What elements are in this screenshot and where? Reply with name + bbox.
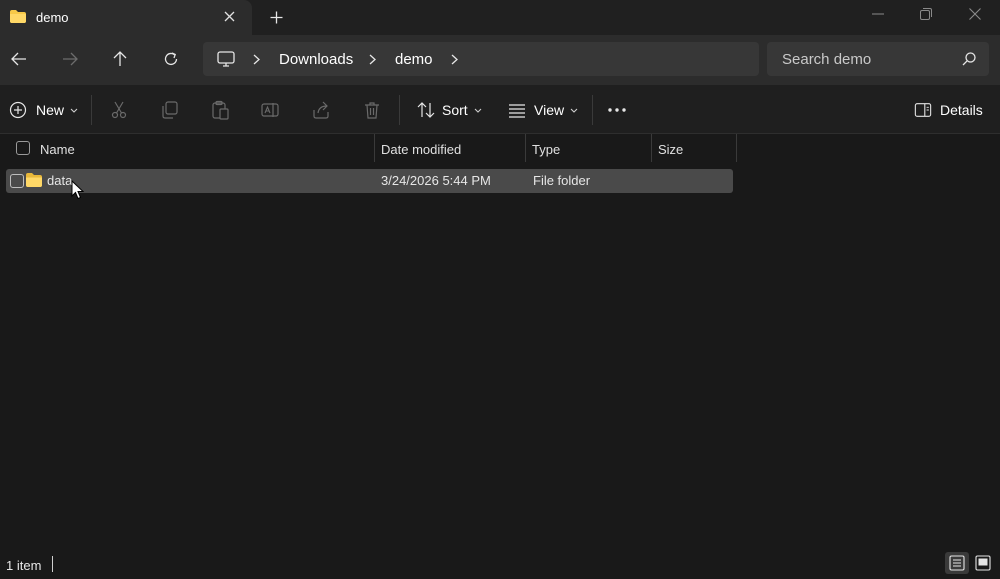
list-view-icon <box>509 104 525 118</box>
new-label: New <box>36 102 65 118</box>
chevron-right-icon[interactable] <box>253 42 260 76</box>
status-divider <box>52 556 53 572</box>
select-all-checkbox[interactable] <box>16 141 30 155</box>
copy-icon <box>162 101 178 119</box>
details-view-toggle[interactable] <box>945 552 969 574</box>
minimize-button[interactable] <box>854 0 902 28</box>
restore-button[interactable] <box>902 0 950 28</box>
details-view-icon <box>949 555 965 571</box>
address-bar[interactable]: Downloads demo <box>203 42 759 76</box>
folder-icon <box>26 173 42 187</box>
breadcrumb-downloads[interactable]: Downloads <box>279 42 353 76</box>
large-icons-view-toggle[interactable] <box>971 552 995 574</box>
view-button[interactable]: View <box>507 96 578 124</box>
new-button[interactable]: New <box>9 96 78 124</box>
status-bar: 1 item <box>0 550 1000 579</box>
view-label: View <box>534 102 565 118</box>
list-item-data[interactable]: data 3/24/2026 5:44 PM File folder <box>6 169 733 193</box>
new-tab-button[interactable] <box>264 6 288 28</box>
row-type: File folder <box>533 173 591 188</box>
close-window-button[interactable] <box>951 0 999 28</box>
more-options-button[interactable] <box>608 96 626 124</box>
clipboard-icon <box>212 100 229 120</box>
minimize-icon <box>872 13 884 15</box>
column-size[interactable]: Size <box>658 134 683 164</box>
rename-icon <box>261 103 279 117</box>
details-pane-button[interactable]: Details <box>914 96 983 124</box>
this-pc-crumb[interactable] <box>217 42 235 76</box>
arrow-up-icon <box>113 51 127 66</box>
search-placeholder: Search demo <box>782 51 872 68</box>
column-date-modified[interactable]: Date modified <box>381 134 461 164</box>
row-checkbox[interactable] <box>10 174 24 188</box>
search-icon <box>962 52 976 66</box>
chevron-right-icon[interactable] <box>369 42 376 76</box>
row-name: data <box>47 173 73 188</box>
column-type[interactable]: Type <box>532 134 560 164</box>
share-button[interactable] <box>311 96 331 124</box>
scissors-icon <box>111 101 127 119</box>
plus-icon <box>270 11 282 23</box>
tiles-view-icon <box>975 555 991 571</box>
navigation-bar: Downloads demo Search demo <box>0 35 1000 85</box>
column-divider[interactable] <box>736 134 737 162</box>
close-icon <box>224 11 234 21</box>
share-icon <box>313 101 329 119</box>
tab-title: demo <box>36 10 69 25</box>
item-count: 1 item <box>6 558 42 573</box>
column-header-row: Name Date modified Type Size <box>0 134 1000 164</box>
column-divider[interactable] <box>651 134 652 162</box>
arrow-right-icon <box>63 52 78 66</box>
column-name[interactable]: Name <box>40 134 75 164</box>
monitor-icon <box>217 51 235 67</box>
title-bar: demo <box>0 0 1000 35</box>
copy-button[interactable] <box>160 96 180 124</box>
sort-button[interactable]: Sort <box>416 96 482 124</box>
cut-button[interactable] <box>109 96 129 124</box>
chevron-right-icon[interactable] <box>451 42 458 76</box>
forward-button[interactable] <box>55 45 85 73</box>
sort-label: Sort <box>442 102 468 118</box>
details-pane-icon <box>914 103 932 117</box>
column-divider[interactable] <box>374 134 375 162</box>
refresh-icon <box>164 52 178 66</box>
chevron-down-icon <box>70 108 78 113</box>
row-date: 3/24/2026 5:44 PM <box>381 173 491 188</box>
chevron-down-icon <box>570 108 578 113</box>
column-divider[interactable] <box>525 134 526 162</box>
delete-button[interactable] <box>362 96 382 124</box>
more-icon <box>608 108 626 112</box>
up-button[interactable] <box>105 45 135 73</box>
command-bar: New Sort View Details <box>0 85 1000 134</box>
plus-circle-icon <box>9 101 27 119</box>
rename-button[interactable] <box>260 96 280 124</box>
tab-demo[interactable]: demo <box>0 0 252 35</box>
arrow-left-icon <box>11 52 26 66</box>
mouse-cursor-icon <box>71 180 85 200</box>
close-icon <box>969 8 981 20</box>
close-tab-button[interactable] <box>219 6 239 26</box>
refresh-button[interactable] <box>156 45 186 73</box>
chevron-down-icon <box>474 108 482 113</box>
search-input[interactable]: Search demo <box>767 42 989 76</box>
folder-icon <box>10 10 26 23</box>
trash-icon <box>365 102 379 119</box>
restore-icon <box>920 8 932 20</box>
sort-icon <box>417 102 435 118</box>
details-label: Details <box>940 102 983 118</box>
paste-button[interactable] <box>210 96 230 124</box>
back-button[interactable] <box>4 45 34 73</box>
breadcrumb-demo[interactable]: demo <box>395 42 433 76</box>
